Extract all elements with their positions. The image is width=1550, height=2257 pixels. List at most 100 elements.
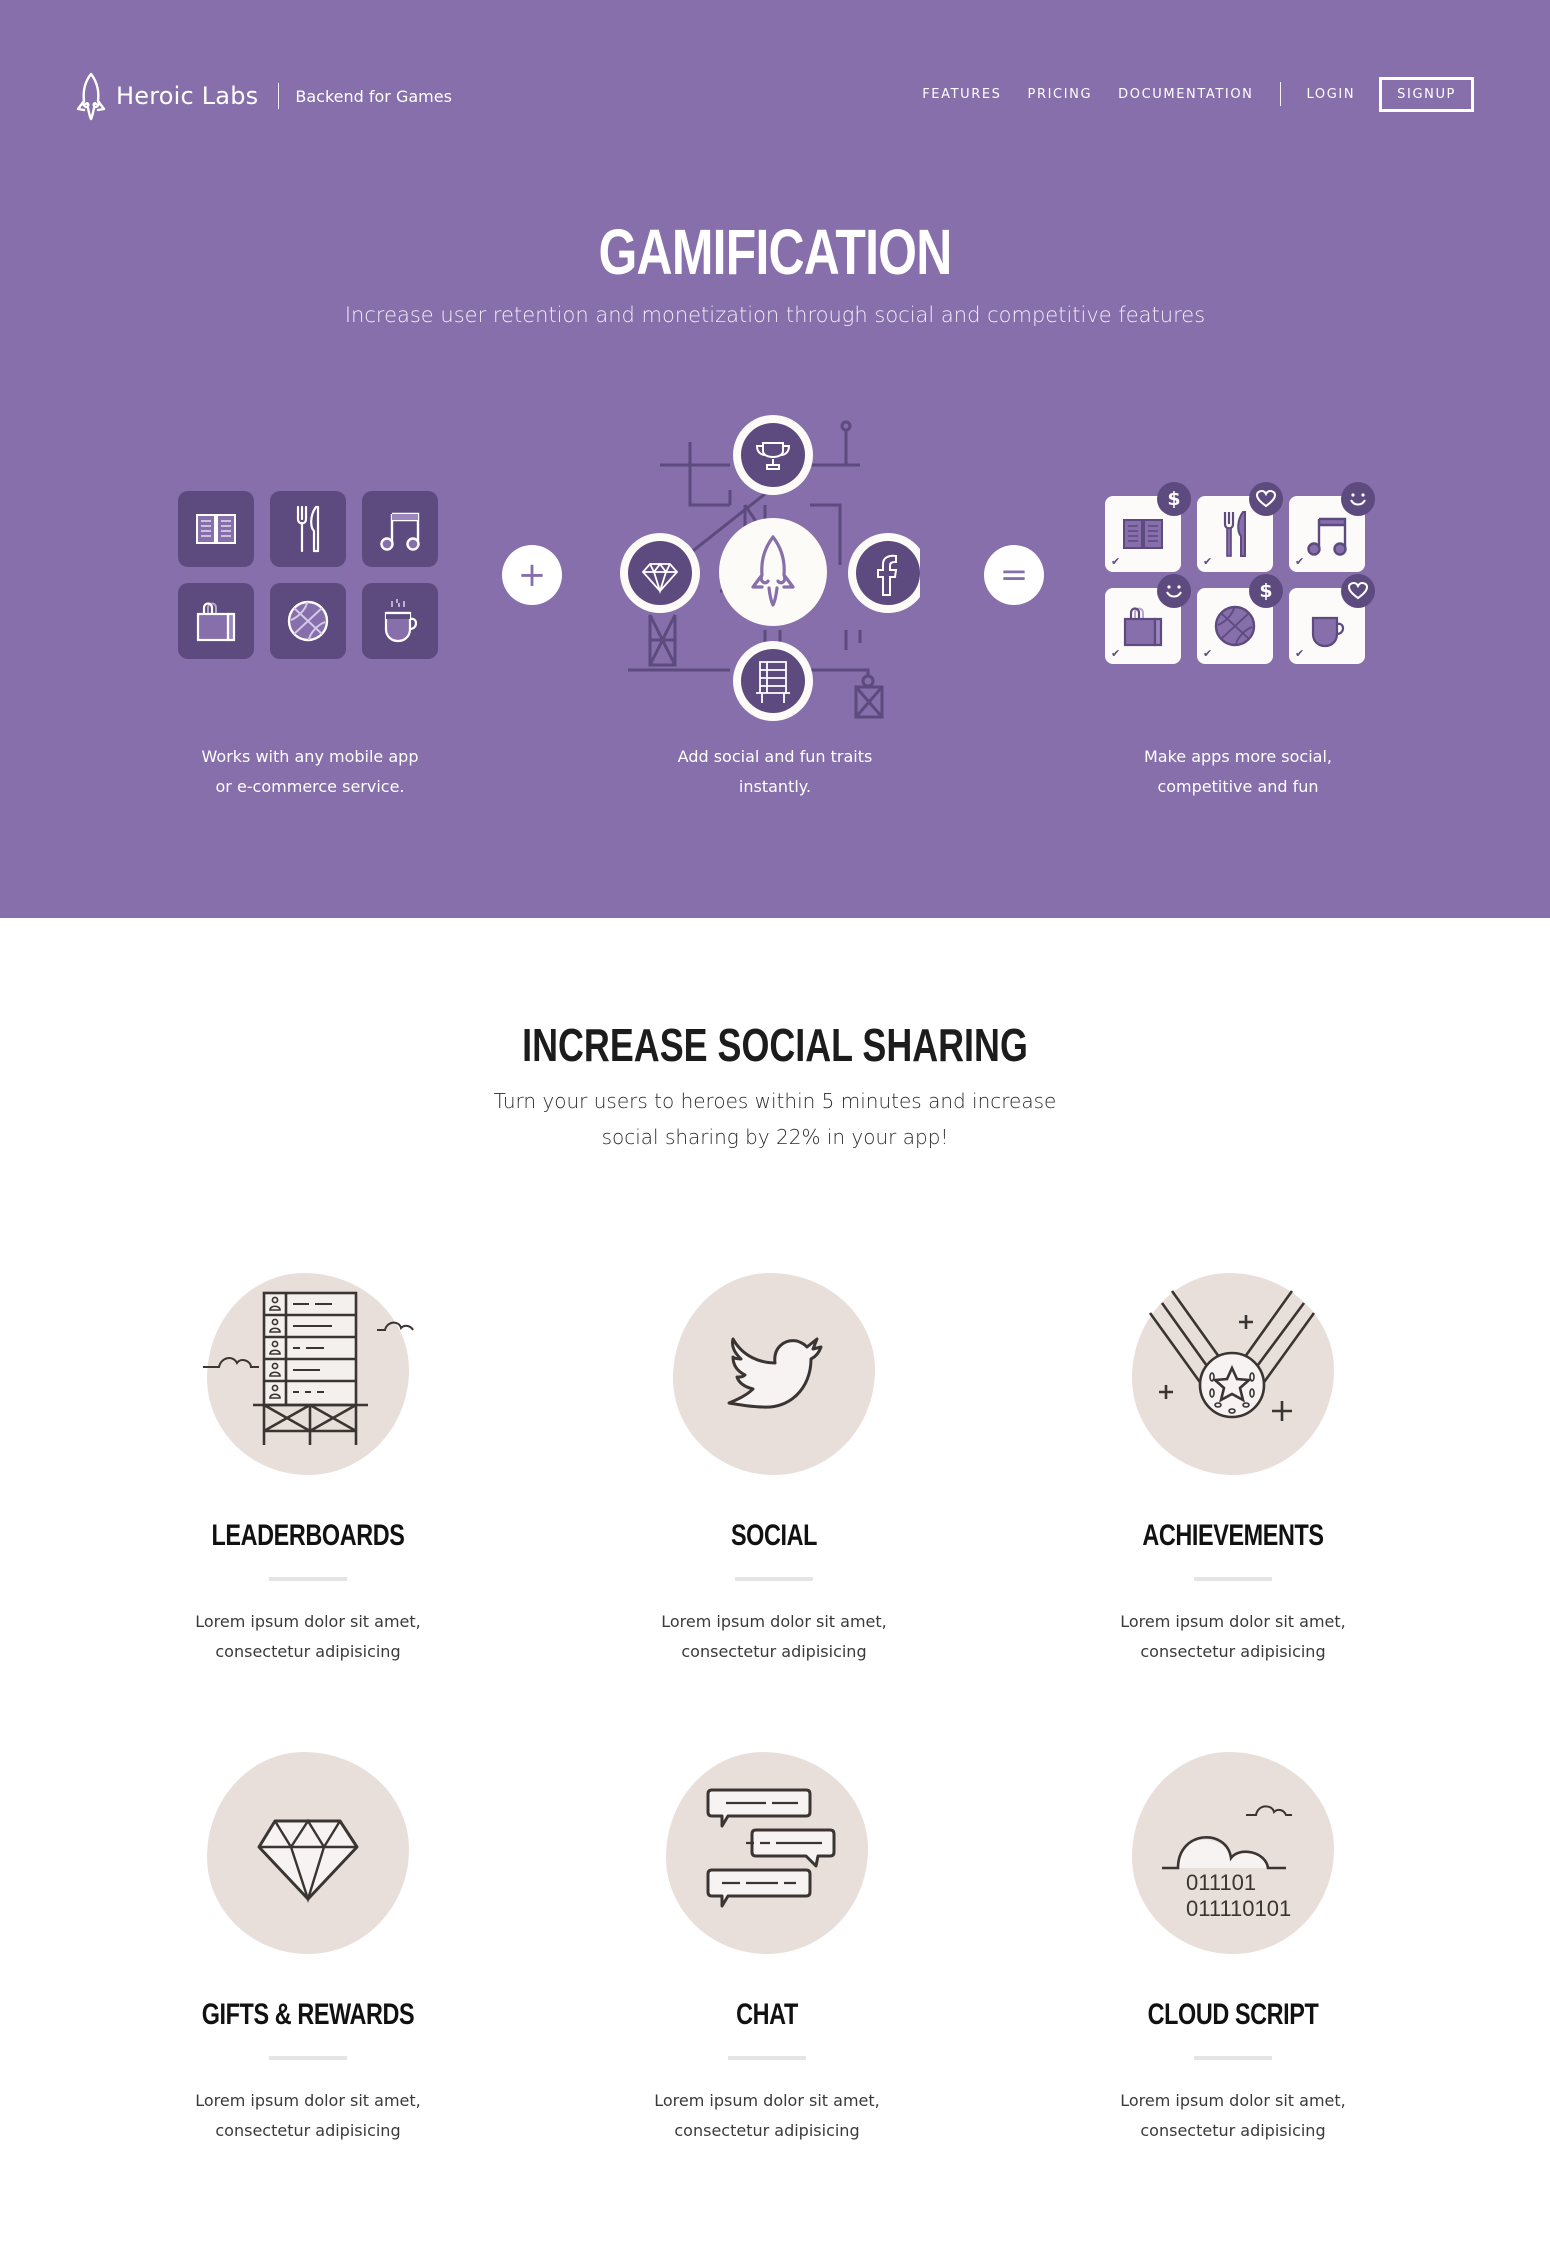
check-icon: ✔ <box>1111 648 1121 660</box>
cutlery-icon <box>296 505 320 553</box>
brand-logo-link[interactable]: Heroic Labs Backend for Games <box>74 70 452 122</box>
cutlery-icon <box>1223 511 1246 557</box>
nav-divider <box>1279 82 1281 106</box>
coffee-cup-icon <box>384 599 418 643</box>
equals-operator: = <box>984 545 1044 605</box>
hero-title: GAMIFICATION <box>598 216 953 288</box>
feature-description: Lorem ipsum dolor sit amet, consectetur … <box>158 1607 458 1667</box>
desc-line: Lorem ipsum dolor sit amet, <box>661 1612 887 1631</box>
check-icon: ✔ <box>1203 556 1213 568</box>
shopping-bag-icon <box>1123 607 1163 647</box>
caption-line: or e-commerce service. <box>215 777 405 796</box>
caption-line: Add social and fun traits <box>677 747 873 766</box>
caption-any-app: Works with any mobile app or e-commerce … <box>160 742 460 802</box>
title-divider <box>735 1577 813 1581</box>
feature-description: Lorem ipsum dolor sit amet, consectetur … <box>1083 1607 1383 1667</box>
feature-title: GIFTS & REWARDS <box>201 1998 415 2031</box>
feature-illustration <box>666 1752 868 1954</box>
hero-section: Heroic Labs Backend for Games FEATURES P… <box>0 0 1550 918</box>
twitter-bird-icon <box>727 1337 823 1409</box>
feature-title: LEADERBOARDS <box>211 1519 405 1552</box>
book-icon <box>196 514 236 544</box>
brand-divider <box>278 83 280 109</box>
title-divider <box>269 1577 347 1581</box>
feature-chat: CHAT Lorem ipsum dolor sit amet, consect… <box>617 1752 917 2146</box>
section-subtitle: Turn your users to heroes within 5 minut… <box>475 1083 1075 1155</box>
plus-operator: + <box>502 545 562 605</box>
code-line: 011101 <box>1186 1870 1256 1895</box>
feature-cloud-script: 011101 011110101 CLOUD SCRIPT Lorem ipsu… <box>1083 1752 1383 2146</box>
desc-line: consectetur adipisicing <box>1140 2121 1326 2140</box>
section-title: INCREASE SOCIAL SHARING <box>522 1019 1028 1071</box>
feature-social: SOCIAL Lorem ipsum dolor sit amet, conse… <box>624 1273 924 1667</box>
bag-tile <box>178 583 254 659</box>
dollar-badge: $ <box>1249 574 1283 608</box>
brand-tagline: Backend for Games <box>295 86 452 106</box>
book-tile <box>178 491 254 567</box>
heart-icon <box>1256 490 1276 508</box>
feature-leaderboards: LEADERBOARDS Lorem ipsum dolor sit amet,… <box>158 1273 458 1667</box>
signup-button[interactable]: SIGNUP <box>1379 76 1474 112</box>
brand-name: Heroic Labs <box>116 82 259 110</box>
basketball-tile <box>270 583 346 659</box>
caption-add-traits: Add social and fun traits instantly. <box>625 742 925 802</box>
top-navigation: Heroic Labs Backend for Games FEATURES P… <box>0 70 1550 122</box>
medal-icon <box>1148 1290 1316 1421</box>
cutlery-tile-enhanced: ✔ <box>1197 482 1283 572</box>
feature-illustration <box>1132 1273 1334 1475</box>
music-note-icon <box>380 512 420 551</box>
desc-line: Lorem ipsum dolor sit amet, <box>195 1612 421 1631</box>
feature-description: Lorem ipsum dolor sit amet, consectetur … <box>158 2086 458 2146</box>
check-icon: ✔ <box>1111 556 1121 568</box>
feature-illustration <box>203 1273 414 1475</box>
coffee-cup-icon <box>1311 616 1345 648</box>
feature-title: CLOUD SCRIPT <box>1147 1998 1319 2031</box>
check-icon: ✔ <box>1295 556 1305 568</box>
basketball-icon <box>1214 605 1256 647</box>
diamond-icon <box>257 1818 359 1903</box>
feature-illustration <box>207 1752 409 1954</box>
music-note-icon <box>1307 517 1347 556</box>
feature-title: CHAT <box>736 1998 798 2031</box>
basketball-icon <box>287 600 329 642</box>
scaffold-graphic <box>620 415 928 721</box>
desc-line: Lorem ipsum dolor sit amet, <box>195 2091 421 2110</box>
smile-badge <box>1157 574 1191 608</box>
desc-line: Lorem ipsum dolor sit amet, <box>1120 2091 1346 2110</box>
desc-line: consectetur adipisicing <box>215 2121 401 2140</box>
nav-documentation-link[interactable]: DOCUMENTATION <box>1118 87 1253 102</box>
smile-icon <box>1166 585 1182 598</box>
heart-icon <box>1348 582 1368 600</box>
caption-line: instantly. <box>738 777 812 796</box>
main-menu: FEATURES PRICING DOCUMENTATION LOGIN SIG… <box>896 76 1474 112</box>
nav-features-link[interactable]: FEATURES <box>922 87 1001 102</box>
desc-line: consectetur adipisicing <box>674 2121 860 2140</box>
feature-title: SOCIAL <box>730 1519 818 1552</box>
music-tile-enhanced: ✔ <box>1289 482 1375 572</box>
cutlery-tile <box>270 491 346 567</box>
music-tile <box>362 491 438 567</box>
desc-line: consectetur adipisicing <box>215 1642 401 1661</box>
code-line: 011110101 <box>1186 1896 1291 1921</box>
check-icon: ✔ <box>1203 648 1213 660</box>
nav-login-link[interactable]: LOGIN <box>1307 87 1356 102</box>
desc-line: consectetur adipisicing <box>681 1642 867 1661</box>
basketball-tile-enhanced: $ ✔ <box>1197 574 1283 664</box>
nav-pricing-link[interactable]: PRICING <box>1028 87 1093 102</box>
check-icon: ✔ <box>1295 648 1305 660</box>
title-divider <box>269 2056 347 2060</box>
cloud-code-icon: 011101 011110101 <box>1162 1805 1292 1921</box>
subtitle-line: social sharing by 22% in your app! <box>601 1125 949 1149</box>
dollar-badge: $ <box>1157 482 1191 516</box>
caption-line: competitive and fun <box>1157 777 1319 796</box>
caption-line: Make apps more social, <box>1143 747 1332 766</box>
feature-description: Lorem ipsum dolor sit amet, consectetur … <box>1083 2086 1383 2146</box>
enhanced-apps-grid: $ ✔ ✔ ✔ ✔ $ ✔ ✔ <box>1105 482 1375 664</box>
feature-gifts-rewards: GIFTS & REWARDS Lorem ipsum dolor sit am… <box>158 1752 458 2146</box>
social-sharing-section: INCREASE SOCIAL SHARING Turn your users … <box>0 918 1550 2257</box>
app-icons-grid <box>178 491 438 659</box>
feature-achievements: ACHIEVEMENTS Lorem ipsum dolor sit amet,… <box>1083 1273 1383 1667</box>
rocket-ring <box>719 518 827 626</box>
shopping-bag-icon <box>196 602 236 642</box>
coffee-tile-enhanced: ✔ <box>1289 574 1375 664</box>
